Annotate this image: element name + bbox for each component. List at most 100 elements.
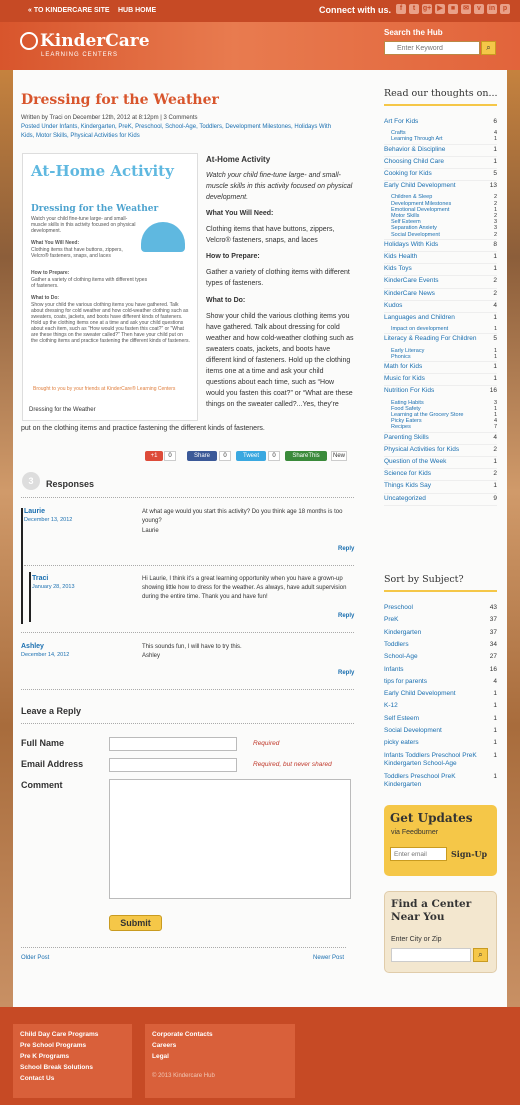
sidebar-subitem[interactable]: Phonics 1	[391, 354, 497, 360]
sidebar-item[interactable]: KinderCare News 2	[384, 290, 497, 297]
sidebar-item[interactable]: Nutrition For Kids 16	[384, 387, 497, 394]
sidebar-subitem[interactable]: Recipes 7	[391, 424, 497, 430]
sidebar-subitem[interactable]: Self Esteem 3	[391, 219, 497, 225]
subject-item[interactable]: Self Esteem 1	[384, 715, 497, 724]
sidebar-item[interactable]: Art For Kids 6	[384, 118, 497, 125]
googleplus-icon[interactable]: g+	[422, 4, 432, 14]
logo-mark-icon[interactable]	[20, 32, 38, 50]
tweet-button[interactable]: Tweet	[236, 451, 266, 461]
youtube-icon[interactable]: ▶	[435, 4, 445, 14]
signup-button[interactable]: Sign-Up	[451, 849, 487, 859]
sidebar-item[interactable]: Literacy & Reading For Children 5	[384, 335, 497, 342]
subject-item[interactable]: Social Development 1	[384, 727, 497, 736]
reply-link[interactable]: Reply	[338, 670, 354, 676]
facebook-share-button[interactable]: Share	[187, 451, 217, 461]
search-input[interactable]	[384, 41, 480, 55]
sidebar-subitem[interactable]: Learning Through Art 1	[391, 136, 497, 142]
footer-link[interactable]: Pre School Programs	[20, 1042, 86, 1049]
logo-text[interactable]: KinderCare	[40, 31, 150, 51]
comment-author[interactable]: Laurie	[24, 508, 45, 515]
footer-link[interactable]: Careers	[152, 1042, 176, 1049]
subject-item[interactable]: K-12 1	[384, 702, 497, 711]
sidebar-item[interactable]: Kids Toys 1	[384, 265, 497, 272]
kindercare-site-link[interactable]: « TO KINDERCARE SITE	[28, 7, 110, 14]
sidebar-subitem[interactable]: Picky Eaters 4	[391, 418, 497, 424]
sidebar-subitem[interactable]: Children & Sleep 2	[391, 194, 497, 200]
vimeo-icon[interactable]: v	[474, 4, 484, 14]
subject-item[interactable]: School-Age 27	[384, 653, 497, 662]
sidebar-item[interactable]: Things Kids Say 1	[384, 482, 497, 489]
sharethis-button[interactable]: ShareThis	[285, 451, 327, 461]
sidebar-subitem[interactable]: Food Safety 1	[391, 406, 497, 412]
reply-link[interactable]: Reply	[338, 546, 354, 552]
footer-link[interactable]: Child Day Care Programs	[20, 1031, 98, 1038]
comment-author[interactable]: Traci	[32, 575, 48, 582]
zip-input[interactable]	[391, 948, 471, 962]
subject-item[interactable]: PreK 37	[384, 616, 497, 625]
subject-item[interactable]: Toddlers 34	[384, 641, 497, 650]
sidebar-item[interactable]: Behavior & Discipline 1	[384, 146, 497, 153]
sidebar-subitem[interactable]: Emotional Development 1	[391, 207, 497, 213]
sidebar-subitem[interactable]: Learning at the Grocery Store 1	[391, 412, 497, 418]
sidebar-item[interactable]: Languages and Children 1	[384, 314, 497, 321]
sidebar-subitem[interactable]: Crafts 4	[391, 130, 497, 136]
email-updates-input[interactable]	[390, 847, 447, 861]
comment-date[interactable]: December 13, 2012	[24, 517, 72, 523]
sidebar-item[interactable]: Choosing Child Care 1	[384, 158, 497, 165]
activity-image[interactable]: At-Home Activity Dressing for the Weathe…	[22, 153, 198, 421]
sidebar-item[interactable]: Parenting Skills 4	[384, 434, 497, 441]
sidebar-subitem[interactable]: Early Literacy 1	[391, 348, 497, 354]
reply-link[interactable]: Reply	[338, 613, 354, 619]
sidebar-item[interactable]: Kids Health 1	[384, 253, 497, 260]
sidebar-item[interactable]: Cooking for Kids 5	[384, 170, 497, 177]
subject-item[interactable]: Toddlers Preschool PreK Kindergarten 1	[384, 773, 497, 790]
subject-item[interactable]: Preschool 43	[384, 604, 497, 613]
subject-item[interactable]: Early Child Development 1	[384, 690, 497, 699]
sidebar-subitem[interactable]: Motor Skills 2	[391, 213, 497, 219]
hub-home-link[interactable]: HUB HOME	[118, 7, 156, 14]
sidebar-item[interactable]: Physical Activities for Kids 2	[384, 446, 497, 453]
footer-link[interactable]: Corporate Contacts	[152, 1031, 213, 1038]
comment-author[interactable]: Ashley	[21, 643, 44, 650]
sidebar-item[interactable]: Science for Kids 2	[384, 470, 497, 477]
sidebar-item[interactable]: Music for Kids 1	[384, 375, 497, 382]
subject-item[interactable]: Kindergarten 37	[384, 629, 497, 638]
sidebar-item[interactable]: Holidays With Kids 8	[384, 241, 497, 248]
subject-item[interactable]: Infants 16	[384, 666, 497, 675]
submit-button[interactable]: Submit	[109, 915, 162, 931]
comment-date[interactable]: January 28, 2013	[32, 584, 75, 590]
sidebar-subitem[interactable]: Separation Anxiety 3	[391, 225, 497, 231]
name-field[interactable]	[109, 737, 237, 751]
older-post-link[interactable]: Older Post	[21, 955, 49, 961]
gplus-button[interactable]: +1	[145, 451, 163, 461]
linkedin-icon[interactable]: in	[487, 4, 497, 14]
find-search-icon[interactable]: ⌕	[473, 948, 488, 962]
subject-item[interactable]: tips for parents 4	[384, 678, 497, 687]
sidebar-subitem[interactable]: Eating Habits 3	[391, 400, 497, 406]
flickr-icon[interactable]: ■	[448, 4, 458, 14]
sidebar-item[interactable]: Question of the Week 1	[384, 458, 497, 465]
email-icon[interactable]: ✉	[461, 4, 471, 14]
subject-item[interactable]: Infants Toddlers Preschool PreK Kinderga…	[384, 752, 497, 769]
pinterest-icon[interactable]: p	[500, 4, 510, 14]
post-categories[interactable]: Posted Under Infants, Kindergarten, PreK…	[21, 124, 331, 130]
newer-post-link[interactable]: Newer Post	[313, 955, 344, 961]
footer-link[interactable]: Contact Us	[20, 1075, 54, 1082]
footer-link[interactable]: School Break Solutions	[20, 1064, 93, 1071]
sidebar-item[interactable]: Early Child Development 13	[384, 182, 497, 189]
sidebar-item[interactable]: Kudos 4	[384, 302, 497, 309]
footer-link[interactable]: Legal	[152, 1053, 169, 1060]
sidebar-item[interactable]: Math for Kids 1	[384, 363, 497, 370]
sidebar-item[interactable]: KinderCare Events 2	[384, 277, 497, 284]
post-categories-cont[interactable]: Kids, Motor Skills, Physical Activities …	[21, 133, 140, 139]
sidebar-subitem[interactable]: Development Milestones 2	[391, 201, 497, 207]
comment-date[interactable]: December 14, 2012	[21, 652, 69, 658]
comment-field[interactable]	[109, 779, 351, 899]
search-icon[interactable]: ⌕	[481, 41, 496, 55]
sidebar-subitem[interactable]: Social Development 2	[391, 232, 497, 238]
subject-item[interactable]: picky eaters 1	[384, 739, 497, 748]
sidebar-subitem[interactable]: Impact on development 1	[391, 326, 497, 332]
twitter-icon[interactable]: t	[409, 4, 419, 14]
footer-link[interactable]: Pre K Programs	[20, 1053, 69, 1060]
email-field[interactable]	[109, 758, 237, 772]
